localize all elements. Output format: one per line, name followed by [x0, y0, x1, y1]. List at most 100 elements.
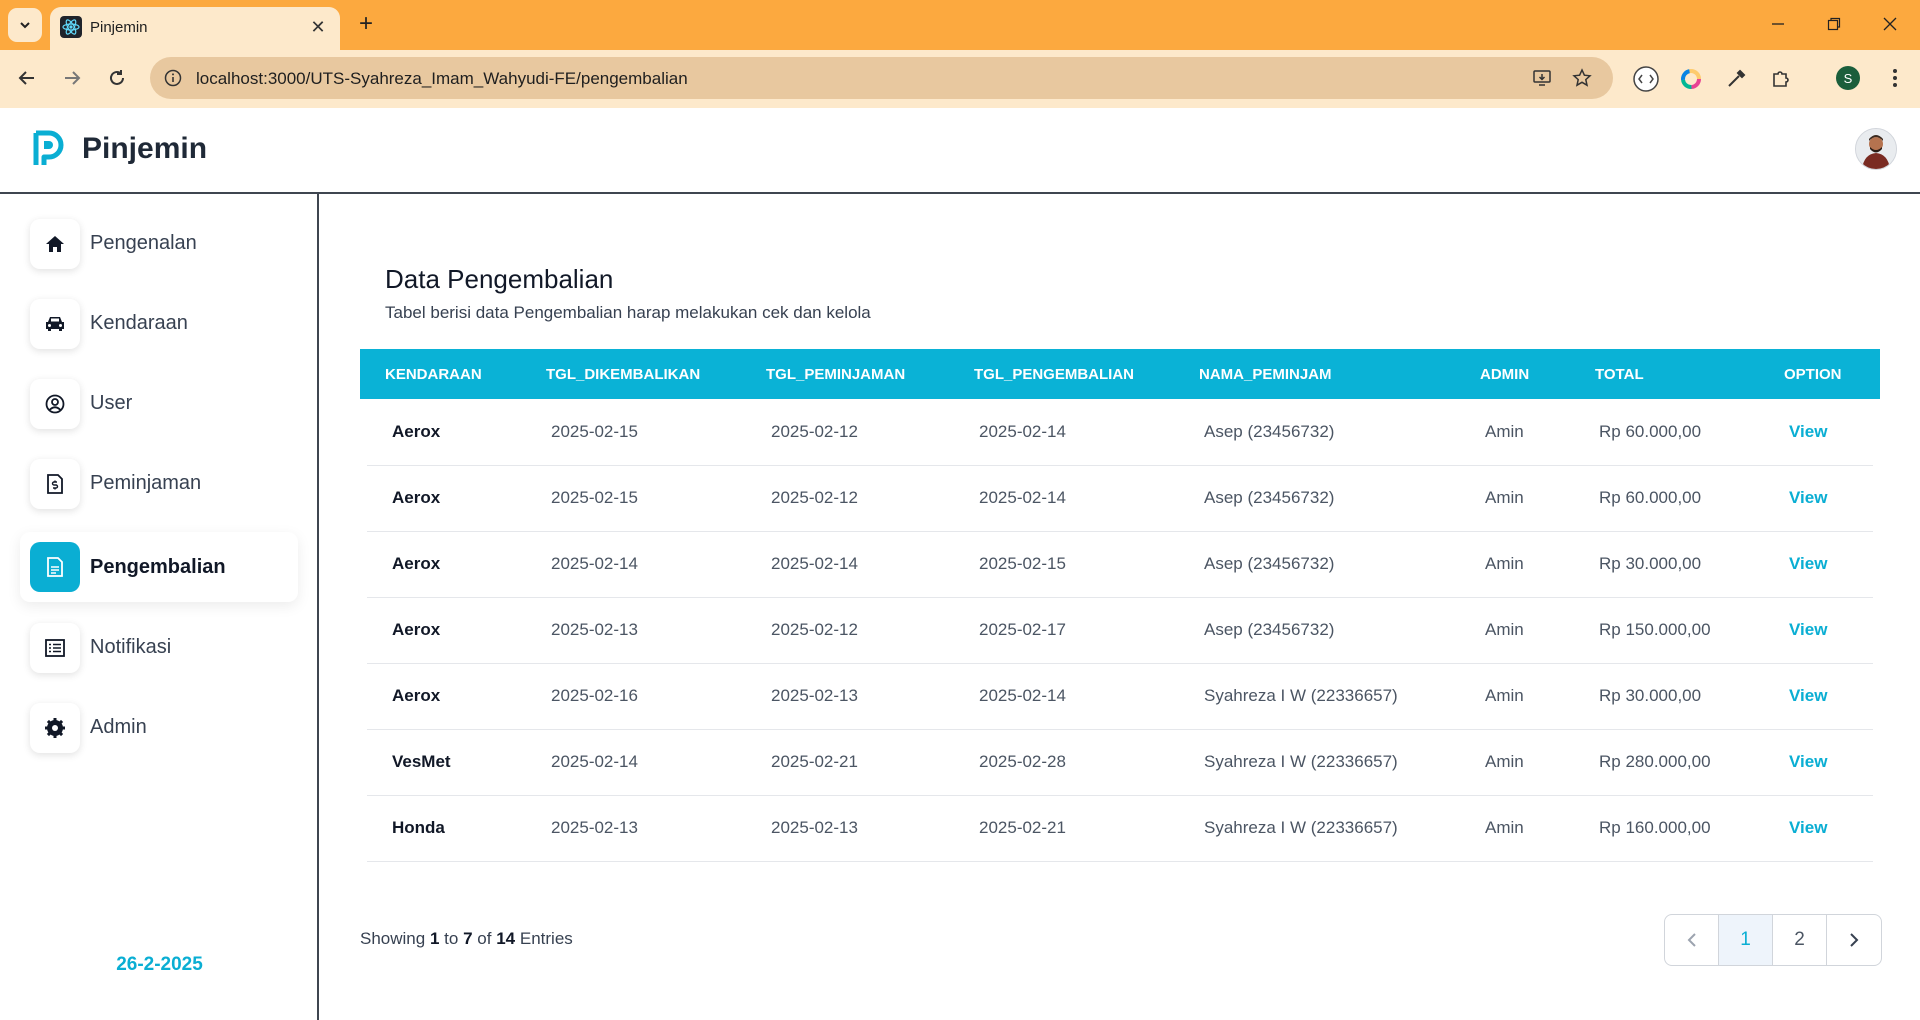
showing-of-word: of — [477, 929, 492, 948]
browser-tab[interactable]: Pinjemin ✕ — [50, 7, 340, 50]
view-link[interactable]: View — [1789, 620, 1827, 640]
cell-nama-peminjam: Syahreza I W (22336657) — [1204, 686, 1398, 705]
browser-toolbar: localhost:3000/UTS-Syahreza_Imam_Wahyudi… — [0, 50, 1920, 108]
react-icon — [60, 16, 82, 38]
document-money-icon — [30, 459, 80, 509]
browser-menu-icon[interactable] — [1892, 68, 1902, 90]
view-link[interactable]: View — [1789, 818, 1827, 838]
eyedropper-icon[interactable] — [1722, 65, 1750, 93]
sidebar: Pengenalan Kendaraan User Peminjaman Pen… — [0, 194, 319, 1020]
cell-total: Rp 150.000,00 — [1599, 620, 1711, 639]
user-circle-icon — [30, 379, 80, 429]
table-row: Aerox 2025-02-14 2025-02-14 2025-02-15 Asep … — [367, 531, 1873, 598]
extension-color-ring-icon[interactable] — [1677, 65, 1705, 93]
view-link[interactable]: View — [1789, 554, 1827, 574]
table-header: KENDARAAN TGL_DIKEMBALIKAN TGL_PEMINJAMA… — [360, 349, 1880, 399]
previous-page-button[interactable] — [1665, 915, 1719, 965]
cell-admin: Amin — [1485, 422, 1524, 441]
app-header: Pinjemin — [0, 108, 1920, 194]
column-header-kendaraan: KENDARAAN — [385, 366, 482, 383]
next-page-button[interactable] — [1827, 915, 1881, 965]
sidebar-item-peminjaman[interactable]: Peminjaman — [20, 452, 298, 516]
forward-arrow-icon[interactable] — [55, 61, 89, 95]
new-tab-button[interactable]: + — [352, 10, 380, 38]
entries-summary: Showing 1 to 7 of 14 Entries — [360, 929, 573, 949]
cell-tgl-peminjaman: 2025-02-12 — [771, 488, 858, 507]
bookmark-star-icon[interactable] — [1570, 66, 1594, 90]
page-button-2[interactable]: 2 — [1773, 915, 1827, 965]
extension-code-icon[interactable] — [1632, 65, 1660, 93]
view-link[interactable]: View — [1789, 752, 1827, 772]
cell-tgl-pengembalian: 2025-02-17 — [979, 620, 1066, 639]
brand-name[interactable]: Pinjemin — [82, 132, 207, 166]
reload-icon[interactable] — [100, 61, 134, 95]
cell-total: Rp 60.000,00 — [1599, 488, 1702, 507]
cell-tgl-pengembalian: 2025-02-21 — [979, 818, 1066, 837]
cell-tgl-dikembalikan: 2025-02-13 — [551, 620, 638, 639]
view-link[interactable]: View — [1789, 686, 1827, 706]
sidebar-item-pengenalan[interactable]: Pengenalan — [20, 212, 298, 276]
cell-admin: Amin — [1485, 488, 1524, 507]
sidebar-item-label: Kendaraan — [90, 312, 188, 334]
cell-admin: Amin — [1485, 686, 1524, 705]
sidebar-item-admin[interactable]: Admin — [20, 696, 298, 760]
cell-tgl-dikembalikan: 2025-02-15 — [551, 422, 638, 441]
extensions-puzzle-icon[interactable] — [1767, 65, 1795, 93]
cell-kendaraan: Aerox — [392, 488, 441, 507]
cell-admin: Amin — [1485, 620, 1524, 639]
table-row: Aerox 2025-02-13 2025-02-12 2025-02-17 Asep … — [367, 597, 1873, 664]
cell-nama-peminjam: Syahreza I W (22336657) — [1204, 818, 1398, 837]
column-header-option: OPTION — [1784, 366, 1842, 383]
user-avatar[interactable] — [1855, 128, 1897, 170]
minimize-icon[interactable] — [1756, 10, 1800, 38]
sidebar-item-label: User — [90, 392, 133, 414]
cell-tgl-dikembalikan: 2025-02-15 — [551, 488, 638, 507]
chevron-left-icon — [1687, 933, 1696, 947]
column-header-nama-peminjam: NAMA_PEMINJAM — [1199, 366, 1332, 383]
table-row: Honda 2025-02-13 2025-02-13 2025-02-21 Syahr… — [367, 795, 1873, 862]
sidebar-item-user[interactable]: User — [20, 372, 298, 436]
cell-tgl-peminjaman: 2025-02-13 — [771, 686, 858, 705]
site-info-icon[interactable] — [160, 65, 186, 91]
cell-tgl-peminjaman: 2025-02-12 — [771, 620, 858, 639]
showing-total: 14 — [496, 929, 516, 948]
sidebar-item-pengembalian[interactable]: Pengembalian — [20, 532, 298, 602]
document-icon — [30, 542, 80, 592]
cell-tgl-pengembalian: 2025-02-14 — [979, 422, 1066, 441]
page-button-1[interactable]: 1 — [1719, 915, 1773, 965]
address-bar[interactable]: localhost:3000/UTS-Syahreza_Imam_Wahyudi… — [150, 57, 1613, 99]
sidebar-item-label: Pengembalian — [90, 556, 226, 578]
close-tab-icon[interactable]: ✕ — [306, 15, 330, 39]
browser-profile-avatar[interactable]: S — [1836, 66, 1860, 90]
cell-tgl-dikembalikan: 2025-02-14 — [551, 554, 638, 573]
list-icon — [30, 623, 80, 673]
cell-kendaraan: Aerox — [392, 554, 441, 573]
pinjemin-logo-icon[interactable] — [33, 130, 65, 168]
cell-kendaraan: Aerox — [392, 620, 441, 639]
cell-total: Rp 60.000,00 — [1599, 422, 1702, 441]
column-header-total: TOTAL — [1595, 366, 1644, 383]
sidebar-item-label: Admin — [90, 716, 147, 738]
cell-tgl-pengembalian: 2025-02-14 — [979, 686, 1066, 705]
cell-tgl-dikembalikan: 2025-02-16 — [551, 686, 638, 705]
sidebar-date: 26-2-2025 — [116, 954, 203, 975]
showing-from: 1 — [429, 929, 440, 948]
sidebar-item-notifikasi[interactable]: Notifikasi — [20, 616, 298, 680]
cell-kendaraan: VesMet — [392, 752, 451, 771]
tab-search-button[interactable] — [8, 8, 42, 42]
url-text[interactable]: localhost:3000/UTS-Syahreza_Imam_Wahyudi… — [196, 69, 688, 89]
table-row: Aerox 2025-02-16 2025-02-13 2025-02-14 Syahr… — [367, 663, 1873, 730]
column-header-admin: ADMIN — [1480, 366, 1530, 383]
pagination: 1 2 — [1664, 914, 1882, 966]
close-window-icon[interactable] — [1868, 10, 1912, 38]
cell-admin: Amin — [1485, 554, 1524, 573]
view-link[interactable]: View — [1789, 422, 1827, 442]
sidebar-item-kendaraan[interactable]: Kendaraan — [20, 292, 298, 356]
install-app-icon[interactable] — [1530, 66, 1554, 90]
back-arrow-icon[interactable] — [10, 61, 44, 95]
cell-tgl-peminjaman: 2025-02-14 — [771, 554, 858, 573]
view-link[interactable]: View — [1789, 488, 1827, 508]
restore-icon[interactable] — [1812, 10, 1856, 38]
cell-nama-peminjam: Asep (23456732) — [1204, 554, 1335, 573]
showing-entries-word: Entries — [519, 929, 573, 948]
